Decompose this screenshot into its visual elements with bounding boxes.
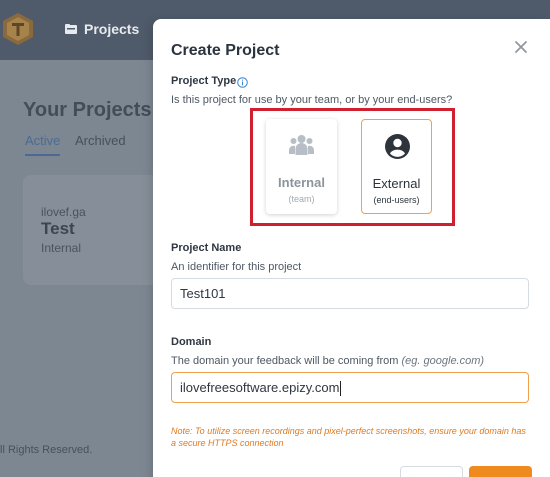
- project-type-internal-sub: (team): [288, 194, 315, 204]
- project-card-domain: ilovef.ga: [41, 205, 86, 219]
- app-logo-icon[interactable]: [2, 12, 34, 46]
- domain-help: The domain your feedback will be coming …: [171, 355, 484, 367]
- project-type-internal-name: Internal: [278, 175, 325, 190]
- info-icon[interactable]: [237, 77, 248, 88]
- https-note: Note: To utilize screen recordings and p…: [171, 426, 526, 448]
- text-caret: [340, 381, 342, 397]
- nav-projects-label: Projects: [84, 21, 140, 37]
- domain-help-example: (eg. google.com): [401, 355, 485, 367]
- footer-copyright: ll Rights Reserved.: [0, 444, 93, 456]
- project-type-label: Project Type: [171, 75, 237, 87]
- create-button[interactable]: [469, 466, 532, 477]
- project-type-internal-option[interactable]: Internal (team): [266, 119, 337, 214]
- folder-icon: [65, 24, 77, 34]
- project-type-external-name: External: [372, 176, 421, 191]
- project-card-type: Internal: [41, 241, 82, 255]
- tab-active[interactable]: Active: [25, 133, 61, 156]
- project-type-external-sub: (end-users): [373, 195, 420, 205]
- dialog-title: Create Project: [171, 42, 280, 59]
- project-name-input[interactable]: Test101: [171, 278, 529, 309]
- domain-help-text: The domain your feedback will be coming …: [171, 355, 399, 367]
- project-type-help: Is this project for use by your team, or…: [171, 94, 453, 106]
- project-name-help: An identifier for this project: [171, 261, 302, 273]
- domain-value: ilovefreesoftware.epizy.com: [180, 380, 340, 395]
- nav-projects-link[interactable]: Projects: [64, 21, 139, 37]
- domain-label: Domain: [171, 336, 212, 348]
- users-icon: [289, 135, 314, 155]
- user-circle-icon: [385, 134, 410, 159]
- project-type-external-option[interactable]: External (end-users): [361, 119, 432, 214]
- cancel-button[interactable]: [400, 466, 463, 477]
- project-card-name: Test: [41, 219, 75, 238]
- tab-archived[interactable]: Archived: [75, 133, 126, 148]
- page-title: Your Projects: [23, 99, 152, 121]
- project-name-label: Project Name: [171, 242, 242, 254]
- close-icon[interactable]: [514, 40, 528, 54]
- domain-input[interactable]: ilovefreesoftware.epizy.com: [171, 372, 529, 403]
- project-name-value: Test101: [180, 286, 226, 301]
